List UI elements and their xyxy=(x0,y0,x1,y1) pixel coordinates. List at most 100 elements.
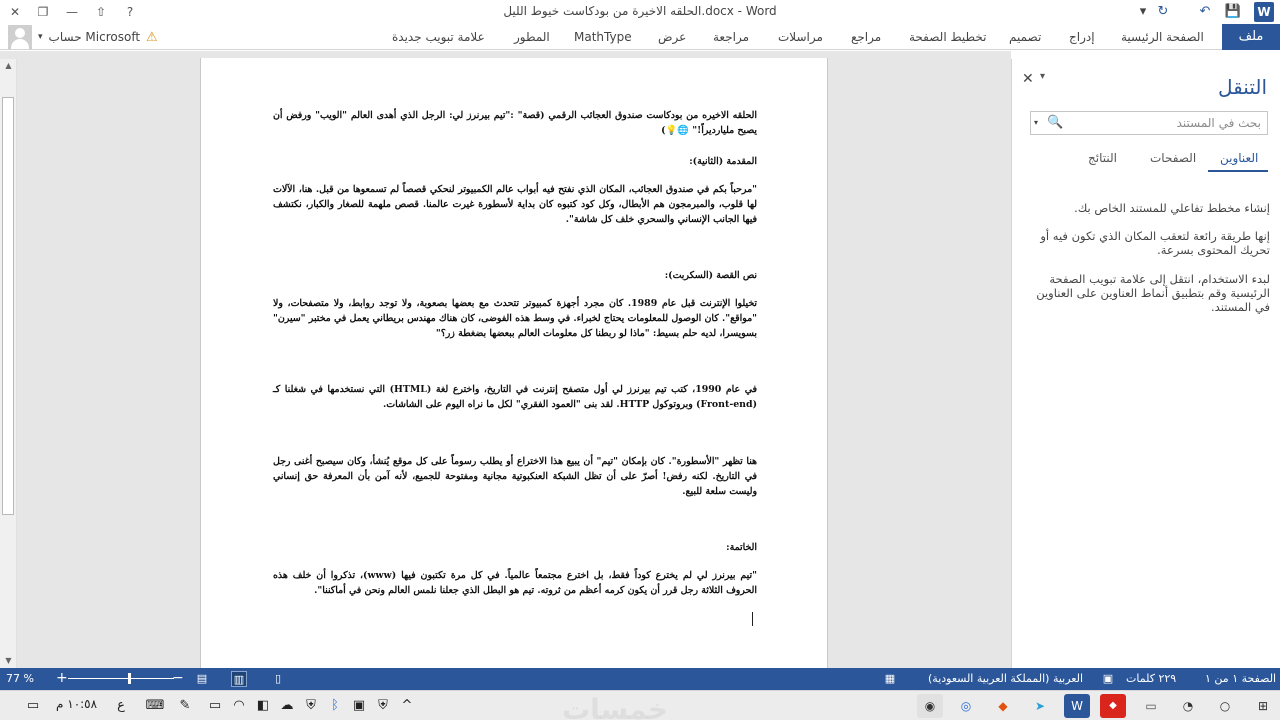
save-icon[interactable]: 💾 xyxy=(1222,2,1244,22)
undo-icon[interactable]: ↶ xyxy=(1194,2,1216,22)
nav-info-2: إنها طريقة رائعة لتعقب المكان الذي تكون … xyxy=(1040,229,1270,257)
tab-mathtype[interactable]: MathType xyxy=(574,27,632,49)
search-icon[interactable]: 🔍 xyxy=(1047,115,1063,130)
doc-paragraph-story-2[interactable]: في عام 1990، كتب تيم بيرنرز لي أول متصفح… xyxy=(273,382,757,412)
redo-icon[interactable]: ↻ xyxy=(1152,2,1174,22)
minimize-button[interactable]: — xyxy=(59,2,85,22)
language-indicator[interactable]: العربية (المملكة العربية السعودية) xyxy=(928,672,1083,685)
telegram-icon[interactable]: ➤ xyxy=(1027,694,1053,718)
tab-references[interactable]: مراجع xyxy=(851,27,881,49)
antivirus-icon[interactable]: ▣ xyxy=(350,697,368,715)
wifi-icon[interactable]: ◠ xyxy=(230,697,248,715)
navigation-pane: ✕ ▾ التنقل بحث في المستند 🔍 ▾ العناوين ا… xyxy=(1011,59,1280,668)
tab-home[interactable]: الصفحة الرئيسية xyxy=(1121,27,1204,49)
scroll-down-icon[interactable]: ▼ xyxy=(0,654,17,668)
taskbar: خمسات ▭ ١٠:٥٨ م ع ⌨ ✎ ▭ ◠ ◧ ☁ ⛨ ᛒ ▣ ⛨ ^ … xyxy=(0,690,1280,720)
search-placeholder: بحث في المستند xyxy=(1176,116,1261,130)
nav-info-1: إنشاء مخطط تفاعلي للمستند الخاص بك. xyxy=(1074,201,1270,215)
account-caret-icon[interactable]: ▾ xyxy=(38,32,43,42)
status-bar: 77 % + − ▤ ▥ ▯ ▦ العربية (المملكة العربي… xyxy=(0,668,1280,690)
tab-new-tab[interactable]: علامة تبويب جديدة xyxy=(392,27,485,49)
ribbon-display-icon[interactable]: ⇧ xyxy=(88,2,114,22)
zoom-in-button[interactable]: + xyxy=(56,670,68,686)
doc-heading-conclusion[interactable]: الخاتمة: xyxy=(273,540,757,555)
security-icon[interactable]: ⛨ xyxy=(302,697,320,715)
doc-title-paragraph[interactable]: الحلقه الاخيره من بودكاست صندوق العجائب … xyxy=(273,108,757,138)
doc-heading-intro[interactable]: المقدمة (الثانية): xyxy=(273,154,757,169)
pane-options-icon[interactable]: ▾ xyxy=(1040,71,1045,82)
search-dropdown-icon[interactable]: ▾ xyxy=(1034,118,1038,127)
search-icon[interactable]: ○ xyxy=(1212,694,1238,718)
scrollbar-thumb[interactable] xyxy=(2,97,14,515)
keyboard-icon[interactable]: ⌨ xyxy=(144,697,166,715)
tab-mailings[interactable]: مراسلات xyxy=(778,27,823,49)
avatar[interactable] xyxy=(8,25,32,49)
shield-icon[interactable]: ⛨ xyxy=(374,697,392,715)
doc-paragraph-intro[interactable]: "مرحباً بكم في صندوق العجائب، المكان الذ… xyxy=(273,182,757,227)
taskbar-clock[interactable]: ١٠:٥٨ م xyxy=(56,697,97,711)
maximize-button[interactable]: ❐ xyxy=(30,2,56,22)
tab-results[interactable]: النتائج xyxy=(1088,151,1117,165)
doc-paragraph-story-3[interactable]: هنا تظهر "الأسطورة". كان بإمكان "تيم" أن… xyxy=(273,454,757,499)
print-layout-icon[interactable]: ▥ xyxy=(231,671,247,687)
doc-heading-story[interactable]: نص القصة (السكربت): xyxy=(273,268,757,283)
tab-design[interactable]: تصميم xyxy=(1009,27,1041,49)
document-page[interactable]: الحلقه الاخيره من بودكاست صندوق العجائب … xyxy=(200,58,828,668)
explorer-icon[interactable]: ▭ xyxy=(1138,694,1164,718)
zoom-slider-thumb[interactable] xyxy=(128,673,131,684)
zoom-slider[interactable] xyxy=(68,678,174,679)
tab-headings[interactable]: العناوين xyxy=(1220,151,1258,165)
battery-icon[interactable]: ▭ xyxy=(206,697,224,715)
account-label[interactable]: حساب Microsoft xyxy=(49,30,141,44)
search-app-icon[interactable]: ◉ xyxy=(917,694,943,718)
search-input[interactable]: بحث في المستند 🔍 ▾ xyxy=(1030,111,1268,135)
word-taskbar-icon[interactable]: W xyxy=(1064,694,1090,718)
chevron-up-icon[interactable]: ^ xyxy=(398,697,416,715)
window-title: الحلقه الاخيرة من بودكاست خيوط الليل.doc… xyxy=(503,4,777,18)
ribbon-tabs: ▾ حساب Microsoft ⚠ علامة تبويب جديدة الم… xyxy=(0,24,1280,50)
close-button[interactable]: ✕ xyxy=(2,2,28,22)
nav-info-3: لبدء الاستخدام، انتقل إلى علامة تبويب ال… xyxy=(1036,272,1270,314)
warning-icon: ⚠ xyxy=(146,29,158,45)
tab-view[interactable]: عرض xyxy=(658,27,686,49)
word-logo-icon: W xyxy=(1254,2,1274,22)
macro-record-icon[interactable]: ▦ xyxy=(882,671,898,687)
start-icon[interactable]: ⊞ xyxy=(1250,694,1276,718)
anydesk-icon[interactable]: ◆ xyxy=(1100,694,1126,718)
chrome-icon[interactable]: ◎ xyxy=(953,694,979,718)
customize-qat-icon[interactable]: ▾ xyxy=(1132,2,1154,22)
notifications-icon[interactable]: ▭ xyxy=(24,697,42,715)
tab-file[interactable]: ملف xyxy=(1222,24,1280,50)
onedrive-icon[interactable]: ☁ xyxy=(278,697,296,715)
tab-headings-underline xyxy=(1208,170,1268,172)
zoom-out-button[interactable]: − xyxy=(172,670,184,686)
nav-pane-title: التنقل xyxy=(1218,75,1267,99)
read-mode-icon[interactable]: ▯ xyxy=(270,671,286,687)
close-icon[interactable]: ✕ xyxy=(1022,71,1034,87)
tab-page-layout[interactable]: تخطيط الصفحة xyxy=(909,27,986,49)
page-number[interactable]: الصفحة ١ من ١ xyxy=(1205,672,1276,685)
account-area[interactable]: ▾ حساب Microsoft ⚠ xyxy=(8,25,158,49)
tab-developer[interactable]: المطور xyxy=(514,27,550,49)
taskview-icon[interactable]: ◔ xyxy=(1175,694,1201,718)
watermark-logo: خمسات xyxy=(562,693,669,720)
input-language[interactable]: ع xyxy=(112,697,130,715)
web-layout-icon[interactable]: ▤ xyxy=(194,671,210,687)
zoom-level[interactable]: 77 % xyxy=(6,672,34,685)
pen-icon[interactable]: ✎ xyxy=(176,697,194,715)
proofing-icon[interactable]: ▣ xyxy=(1100,671,1116,687)
title-bar: الحلقه الاخيرة من بودكاست خيوط الليل.doc… xyxy=(0,0,1280,24)
tab-pages[interactable]: الصفحات xyxy=(1150,151,1196,165)
brave-icon[interactable]: ◆ xyxy=(990,694,1016,718)
help-icon[interactable]: ? xyxy=(117,2,143,22)
bluetooth-icon[interactable]: ᛒ xyxy=(326,697,344,715)
text-cursor xyxy=(752,612,753,626)
word-count[interactable]: ٢٢٩ كلمات xyxy=(1126,672,1176,685)
tab-review[interactable]: مراجعة xyxy=(713,27,749,49)
scroll-up-icon[interactable]: ▲ xyxy=(0,59,17,73)
vertical-scrollbar[interactable]: ▲ ▼ xyxy=(0,59,17,668)
tab-insert[interactable]: إدراج xyxy=(1069,27,1095,49)
doc-paragraph-conclusion[interactable]: "تيم بيرنرز لي لم يخترع كوداً فقط، بل اخ… xyxy=(273,568,757,598)
volume-icon[interactable]: ◧ xyxy=(254,697,272,715)
doc-paragraph-story-1[interactable]: تخيلوا الإنترنت قبل عام 1989. كان مجرد أ… xyxy=(273,296,757,341)
